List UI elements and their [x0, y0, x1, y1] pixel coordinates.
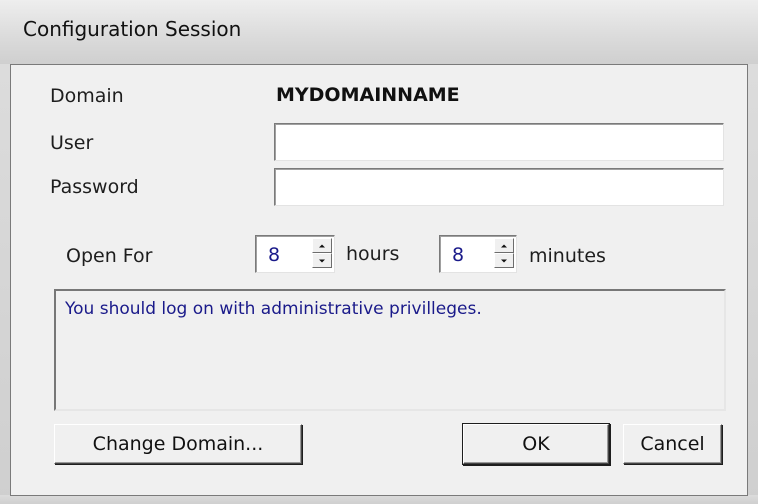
- window-title: Configuration Session: [23, 17, 242, 41]
- hours-label: hours: [346, 243, 400, 265]
- open-for-label: Open For: [66, 245, 153, 267]
- arrow-up-icon: [319, 244, 325, 247]
- minutes-value[interactable]: 8: [452, 244, 464, 266]
- window-border-bottom: [0, 495, 758, 504]
- title-bar[interactable]: Configuration Session: [0, 0, 758, 64]
- window-border-right: [747, 64, 758, 504]
- hours-spin-buttons: [312, 238, 332, 268]
- arrow-down-icon: [319, 259, 325, 262]
- password-label: Password: [50, 176, 139, 198]
- hours-increment-button[interactable]: [312, 238, 332, 253]
- arrow-up-icon: [501, 244, 507, 247]
- domain-label: Domain: [50, 85, 124, 107]
- hours-decrement-button[interactable]: [312, 253, 332, 268]
- minutes-spin-buttons: [494, 238, 514, 268]
- message-box: You should log on with administrative pr…: [54, 289, 726, 411]
- password-input[interactable]: [274, 168, 724, 206]
- user-label: User: [50, 132, 94, 154]
- minutes-label: minutes: [529, 245, 606, 267]
- minutes-spinner[interactable]: 8: [439, 235, 517, 273]
- cancel-button[interactable]: Cancel: [623, 424, 722, 464]
- ok-button[interactable]: OK: [463, 424, 609, 464]
- window-border-left: [0, 64, 10, 504]
- configuration-session-dialog: Configuration Session Domain MYDOMAINNAM…: [0, 0, 758, 504]
- user-input[interactable]: [274, 123, 724, 161]
- domain-value: MYDOMAINNAME: [276, 84, 460, 106]
- change-domain-button[interactable]: Change Domain...: [54, 424, 302, 464]
- arrow-down-icon: [501, 259, 507, 262]
- minutes-increment-button[interactable]: [494, 238, 514, 253]
- message-text: You should log on with administrative pr…: [65, 299, 482, 319]
- hours-value[interactable]: 8: [268, 244, 280, 266]
- minutes-decrement-button[interactable]: [494, 253, 514, 268]
- hours-spinner[interactable]: 8: [255, 235, 335, 273]
